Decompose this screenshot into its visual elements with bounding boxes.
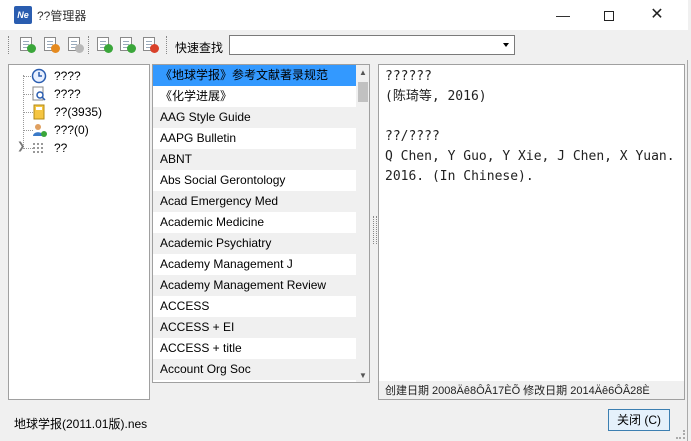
- list-item-label: ACCESS: [160, 299, 210, 313]
- list-item[interactable]: ACCESS: [153, 296, 356, 317]
- list-item-label: Academic Medicine: [160, 215, 265, 229]
- list-item[interactable]: Abs Social Gerontology: [153, 170, 356, 191]
- list-item-label: ACCESS + title: [160, 341, 242, 355]
- list-scrollbar[interactable]: ▲ ▼: [356, 65, 369, 382]
- styles-list: 《地球学报》参考文献著录规范 《化学进展》 AAG Style Guide AA…: [152, 64, 370, 383]
- list-item-label: ACCESS + EI: [160, 320, 235, 334]
- style-preview-text: ?????? (陈琦等, 2016) ??/???? Q Chen, Y Guo…: [385, 69, 675, 184]
- add-icon: [27, 44, 36, 53]
- quick-find-combobox[interactable]: [229, 35, 515, 55]
- list-item-label: Acad Emergency Med: [160, 194, 279, 208]
- delete-style-button[interactable]: [66, 35, 84, 53]
- search-document-icon: [32, 86, 46, 101]
- list-item[interactable]: 《化学进展》: [153, 86, 356, 107]
- edit-style-button[interactable]: [42, 35, 60, 53]
- tree-item-label: ???(0): [54, 123, 89, 137]
- list-item[interactable]: Academy Management Review: [153, 275, 356, 296]
- category-tree: ???? ???? ??(3935) ???(0) ❯ ??: [8, 64, 150, 400]
- list-item-label: Academy Management Review: [160, 278, 327, 292]
- list-item-label: AAG Style Guide: [160, 110, 251, 124]
- maximize-button[interactable]: [586, 0, 632, 30]
- manager-window: Ne ??管理器 — ✕ 快速查找 ???? ???? ??(3935) ???…: [0, 0, 688, 441]
- toolbar-separator: [88, 36, 91, 54]
- title-bar: Ne ??管理器 — ✕: [0, 0, 688, 30]
- list-item[interactable]: 《地球学报》参考文献著录规范: [153, 65, 356, 86]
- list-item-label: 《地球学报》参考文献著录规范: [160, 68, 329, 82]
- toolbar-separator-2: [166, 36, 169, 54]
- export-button[interactable]: [118, 35, 136, 53]
- quick-find-label: 快速查找: [175, 41, 224, 55]
- scroll-thumb[interactable]: [358, 82, 368, 102]
- tree-item-recent[interactable]: ????: [9, 67, 149, 85]
- list-item-label: Academic Psychiatry: [160, 236, 272, 250]
- panel-splitter[interactable]: [373, 216, 377, 244]
- new-style-button[interactable]: [18, 35, 36, 53]
- list-item-label: AAPG Bulletin: [160, 131, 237, 145]
- list-item[interactable]: ACCESS + title: [153, 338, 356, 359]
- date-info: 创建日期 2008Äê8ÔÂ17ÈÕ 修改日期 2014Äê6ÔÂ28È: [379, 381, 684, 399]
- tree-item-label: ????: [54, 87, 81, 101]
- list-item-label: Academy Management J: [160, 257, 293, 271]
- list-item[interactable]: Academic Medicine: [153, 212, 356, 233]
- scroll-up-icon[interactable]: ▲: [356, 65, 369, 81]
- edit-icon: [51, 44, 60, 53]
- app-icon: Ne: [14, 6, 32, 24]
- list-item-label: Abs Social Gerontology: [160, 173, 286, 187]
- book-icon: [33, 104, 45, 120]
- import-icon: [104, 44, 113, 53]
- tree-item-all[interactable]: ??(3935): [9, 103, 149, 121]
- close-window-button[interactable]: ✕: [634, 0, 680, 30]
- list-item[interactable]: AAG Style Guide: [153, 107, 356, 128]
- list-item-label: Account Org Soc: [160, 362, 251, 376]
- grid-icon: [33, 143, 43, 153]
- tree-item-categories[interactable]: ❯ ??: [9, 139, 149, 157]
- delete-icon: [75, 44, 84, 53]
- clock-icon: [31, 68, 47, 84]
- list-item[interactable]: ABNT: [153, 149, 356, 170]
- list-item-label: ABNT: [160, 152, 193, 166]
- minimize-button[interactable]: —: [540, 0, 586, 30]
- scroll-down-icon[interactable]: ▼: [356, 368, 369, 382]
- style-preview-panel: ?????? (陈琦等, 2016) ??/???? Q Chen, Y Guo…: [378, 64, 685, 400]
- dropdown-arrow-icon[interactable]: [503, 43, 509, 47]
- tree-item-label: ????: [54, 69, 81, 83]
- maximize-icon: [604, 11, 614, 22]
- user-add-icon: [33, 124, 47, 137]
- list-item[interactable]: AAPG Bulletin: [153, 128, 356, 149]
- close-button[interactable]: 关闭 (C): [608, 409, 670, 431]
- update-button[interactable]: [141, 35, 159, 53]
- list-item[interactable]: ACCESS + EI: [153, 317, 356, 338]
- tree-item-label: ??(3935): [54, 105, 103, 119]
- resize-grip[interactable]: [676, 430, 685, 439]
- list-item-label: 《化学进展》: [160, 89, 233, 103]
- chevron-right-icon[interactable]: ❯: [17, 141, 25, 152]
- tree-item-search[interactable]: ????: [9, 85, 149, 103]
- list-item[interactable]: Academy Management J: [153, 254, 356, 275]
- export-icon: [127, 44, 136, 53]
- tree-item-label: ??: [54, 141, 68, 155]
- current-file-name: 地球学报(2011.01版).nes: [14, 417, 148, 431]
- update-icon: [150, 44, 159, 53]
- list-item[interactable]: Account Org Soc: [153, 359, 356, 380]
- list-item[interactable]: Acad Emergency Med: [153, 191, 356, 212]
- window-title: ??管理器: [37, 9, 87, 23]
- tree-item-user[interactable]: ???(0): [9, 121, 149, 139]
- import-button[interactable]: [95, 35, 113, 53]
- list-item[interactable]: Academic Psychiatry: [153, 233, 356, 254]
- toolbar-grip[interactable]: [8, 36, 11, 54]
